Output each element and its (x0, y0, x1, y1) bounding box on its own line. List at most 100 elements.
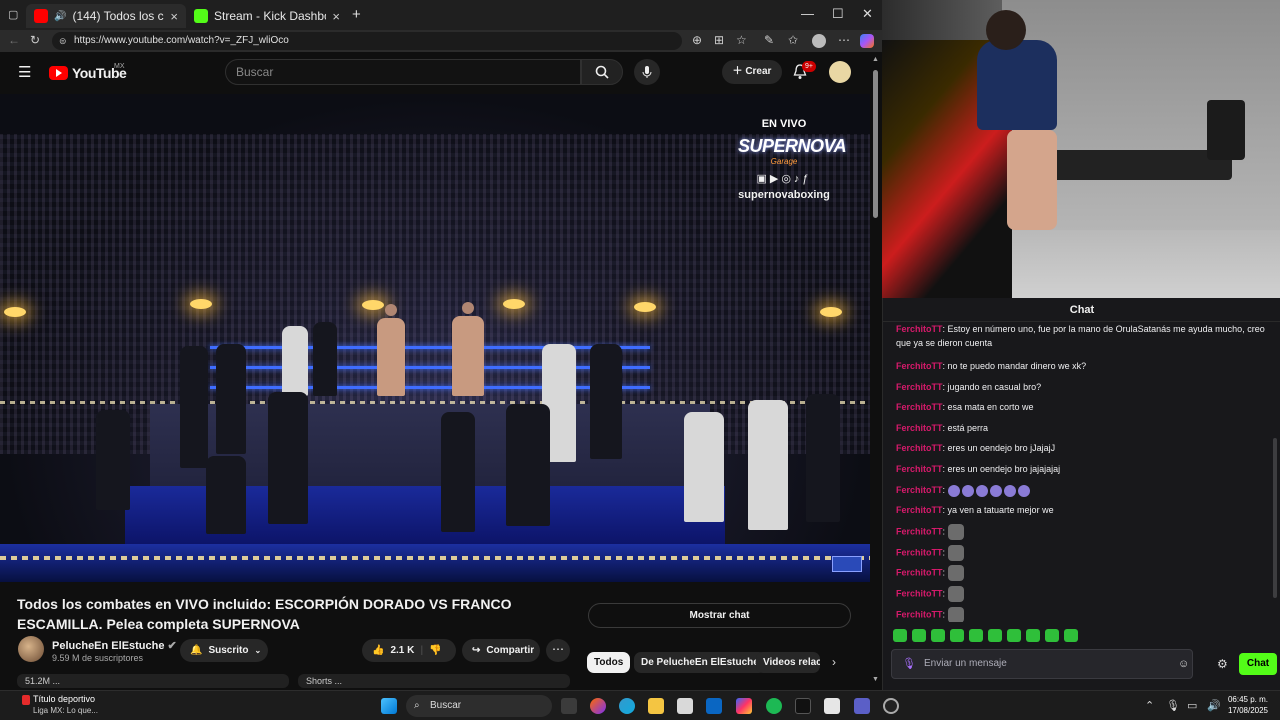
outlook-icon[interactable] (706, 698, 722, 714)
start-windows-icon[interactable] (381, 698, 397, 714)
scroll-up-icon[interactable]: ▲ (872, 56, 879, 63)
speaker-icon[interactable]: 🔊 (54, 11, 66, 22)
grid-icon[interactable]: ⊞ (714, 33, 724, 47)
chip-channel[interactable]: De PelucheEn ElEstuche (634, 652, 766, 673)
tab-actions-icon[interactable]: ▢ (8, 8, 18, 21)
refresh-icon[interactable]: ↻ (30, 33, 40, 47)
new-tab-button[interactable]: + (352, 6, 361, 23)
chip-all[interactable]: Todos (587, 652, 631, 673)
close-tab-icon[interactable]: × (332, 9, 340, 24)
teams-icon[interactable] (854, 698, 870, 714)
hamburger-menu-icon[interactable]: ☰ (18, 63, 31, 81)
chat-message-input[interactable]: 🎙 Enviar un mensaje ☺ (891, 649, 1193, 679)
more-actions-button[interactable]: ⋯ (546, 639, 570, 662)
share-button[interactable]: ↪ Compartir (462, 639, 540, 662)
minimize-icon[interactable]: — (801, 6, 814, 21)
emote-icon[interactable] (912, 629, 926, 642)
show-chat-button[interactable]: Mostrar chat (588, 603, 851, 628)
task-view-icon[interactable] (561, 698, 577, 714)
voice-search-button[interactable] (634, 59, 660, 85)
chat-username[interactable]: FerchitoTT (896, 324, 943, 334)
send-chat-button[interactable]: Chat (1239, 653, 1277, 675)
search-button[interactable] (581, 59, 623, 85)
create-button[interactable]: ＋ Crear (722, 60, 782, 84)
emote-icon[interactable] (988, 629, 1002, 642)
chat-username[interactable]: FerchitoTT (896, 505, 943, 515)
microphone-tray-icon[interactable]: 🎙 (1166, 699, 1180, 712)
gear-icon[interactable]: ⚙ (1217, 657, 1228, 671)
microphone-icon[interactable]: 🎙 (902, 650, 916, 678)
emote-icon[interactable] (969, 629, 983, 642)
chat-username[interactable]: FerchitoTT (896, 361, 943, 371)
emote-icon[interactable] (1007, 629, 1021, 642)
network-icon[interactable]: ▭ (1187, 699, 1197, 712)
like-count[interactable]: 2.1 K (390, 639, 414, 662)
chat-username[interactable]: FerchitoTT (896, 567, 943, 577)
tray-chevron-icon[interactable]: ⌃ (1145, 699, 1154, 712)
chat-username[interactable]: FerchitoTT (896, 423, 943, 433)
store-icon[interactable] (677, 698, 693, 714)
close-tab-icon[interactable]: × (170, 9, 178, 24)
page-scrollbar[interactable]: ▲ ▼ (871, 56, 879, 686)
system-clock[interactable]: 06:45 p. m. 17/08/2025 (1224, 694, 1268, 716)
tab-kick-dashboard[interactable]: Stream - Kick Dashboard × (186, 4, 348, 28)
chat-scrollbar[interactable] (1273, 438, 1277, 598)
video-player[interactable]: EN VIVO SUPERNOVA Garage ▣▶◎♪ƒ supernova… (0, 94, 870, 582)
app-available-icon[interactable]: ⊕ (692, 33, 702, 47)
edge-browser-icon[interactable] (619, 698, 635, 714)
tiktok-icon[interactable] (795, 698, 811, 714)
extensions-icon[interactable]: ✎ (764, 33, 774, 47)
taskbar-search[interactable]: ⌕ Buscar (406, 695, 552, 717)
spotify-icon[interactable] (766, 698, 782, 714)
emote-icon[interactable] (1026, 629, 1040, 642)
chat-username[interactable]: FerchitoTT (896, 485, 943, 495)
account-avatar[interactable] (829, 61, 851, 83)
notepad-icon[interactable] (824, 698, 840, 714)
emote-icon[interactable] (1064, 629, 1078, 642)
chip-related[interactable]: Videos relac (756, 652, 820, 673)
search-input[interactable]: Buscar (225, 59, 581, 85)
scroll-down-icon[interactable]: ▼ (872, 676, 879, 683)
chat-username[interactable]: FerchitoTT (896, 402, 943, 412)
url-field[interactable]: ⊜ https://www.youtube.com/watch?v=_ZFJ_w… (52, 32, 682, 50)
shorts-row[interactable]: Shorts ... (298, 674, 570, 688)
emote-icon[interactable] (931, 629, 945, 642)
channel-avatar[interactable] (18, 636, 44, 662)
chat-username[interactable]: FerchitoTT (896, 526, 943, 536)
file-explorer-icon[interactable] (648, 698, 664, 714)
maximize-icon[interactable]: ☐ (832, 6, 844, 22)
emote-icon[interactable] (1045, 629, 1059, 642)
emote-icon[interactable] (950, 629, 964, 642)
chat-messages[interactable]: FerchitoTT: Estoy en número uno, fue por… (896, 322, 1266, 622)
emote-icon[interactable] (893, 629, 907, 642)
like-icon[interactable]: 👍 (372, 639, 384, 662)
chat-username[interactable]: FerchitoTT (896, 464, 943, 474)
copilot-icon[interactable] (860, 34, 874, 48)
more-menu-icon[interactable]: ⋯ (838, 33, 850, 47)
scrollbar-thumb[interactable] (873, 70, 878, 218)
profile-icon[interactable] (812, 34, 826, 48)
obs-icon[interactable] (883, 698, 899, 714)
close-window-icon[interactable]: ✕ (862, 6, 873, 22)
tab-youtube[interactable]: 🔊 (144) Todos los combates en VIVO × (26, 4, 186, 28)
chevron-right-icon[interactable]: › (832, 655, 836, 669)
chat-username[interactable]: FerchitoTT (896, 588, 943, 598)
copilot-icon[interactable] (590, 698, 606, 714)
chat-username[interactable]: FerchitoTT (896, 382, 943, 392)
chat-username[interactable]: FerchitoTT (896, 609, 943, 619)
emoji-icon[interactable]: ☺ (1178, 650, 1189, 678)
chat-username[interactable]: FerchitoTT (896, 443, 943, 453)
news-title[interactable]: Título deportivo (33, 694, 95, 704)
news-subtitle[interactable]: Liga MX: Lo que... (33, 706, 98, 715)
channel-name[interactable]: PelucheEn ElEstuche ✔ (52, 639, 177, 652)
chat-username[interactable]: FerchitoTT (896, 547, 943, 557)
volume-icon[interactable]: 🔊 (1207, 699, 1221, 712)
favorite-star-icon[interactable]: ☆ (736, 33, 747, 47)
back-icon[interactable]: ← (8, 33, 20, 47)
dislike-icon[interactable]: 👎 (429, 639, 441, 662)
site-info-icon[interactable]: ⊜ (59, 32, 67, 50)
description-row[interactable]: 51.2M ... (17, 674, 289, 688)
favorites-icon[interactable]: ✩ (788, 33, 798, 47)
app-icon[interactable] (736, 698, 752, 714)
subscribed-button[interactable]: 🔔 Suscrito ⌄ (180, 639, 268, 662)
